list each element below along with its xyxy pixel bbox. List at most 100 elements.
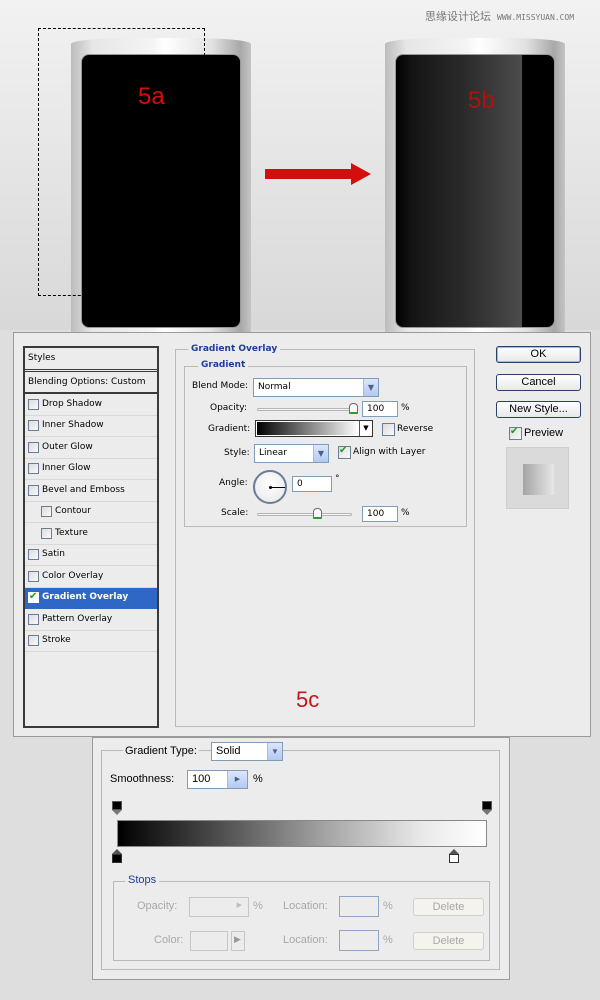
cancel-button[interactable]: Cancel	[496, 374, 581, 391]
gradient-type-label: Gradient Type:	[123, 745, 199, 757]
style-item-stroke[interactable]: Stroke	[25, 631, 157, 652]
stop-color-menu-button[interactable]: ▶	[231, 931, 245, 951]
style-item-color-overlay[interactable]: Color Overlay	[25, 566, 157, 588]
style-item-label: Drop Shadow	[42, 398, 103, 409]
blending-options[interactable]: Blending Options: Custom	[25, 372, 157, 394]
opacity-label: Opacity:	[210, 403, 247, 413]
angle-input[interactable]: 0	[292, 476, 332, 492]
delete-opacity-stop-button[interactable]: Delete	[413, 898, 484, 916]
chevron-down-icon[interactable]: ▼	[267, 743, 282, 760]
color-stop-right[interactable]	[448, 849, 459, 863]
new-style-button[interactable]: New Style...	[496, 401, 581, 418]
checkbox[interactable]	[28, 398, 39, 410]
smoothness-unit: %	[253, 773, 263, 785]
checkbox-checked[interactable]	[28, 590, 39, 604]
style-item-inner-glow[interactable]: Inner Glow	[25, 459, 157, 480]
checkbox[interactable]	[41, 506, 52, 518]
chevron-right-icon[interactable]: ▶	[237, 901, 242, 909]
chevron-down-icon[interactable]: ▼	[313, 445, 328, 462]
style-item-inner-shadow[interactable]: Inner Shadow	[25, 416, 157, 437]
style-item-texture[interactable]: Texture	[25, 523, 157, 545]
panel-title: Gradient Overlay	[188, 344, 281, 354]
watermark-site-name: 思缘设计论坛	[425, 10, 491, 23]
preview-checkbox[interactable]	[509, 425, 522, 440]
reverse-checkbox[interactable]	[382, 423, 395, 436]
chevron-right-icon: ▶	[234, 935, 241, 945]
checkbox[interactable]	[28, 570, 39, 582]
scale-value: 100	[367, 509, 385, 519]
checkbox[interactable]	[28, 635, 39, 647]
stop-color-location-unit: %	[383, 934, 393, 946]
delete-color-stop-button[interactable]: Delete	[413, 932, 484, 950]
style-item-outer-glow[interactable]: Outer Glow	[25, 437, 157, 459]
gradient-preview-bar[interactable]	[117, 820, 487, 847]
stop-opacity-input[interactable]: ▶	[189, 897, 249, 917]
checkbox[interactable]	[28, 463, 39, 475]
style-value: Linear	[259, 448, 287, 458]
style-item-bevel-and-emboss[interactable]: Bevel and Emboss	[25, 480, 157, 502]
stop-color-swatch[interactable]	[190, 931, 228, 951]
gradient-picker[interactable]: ▼	[255, 420, 373, 437]
angle-unit: °	[335, 474, 340, 484]
stop-color-location-input[interactable]	[339, 930, 379, 951]
opacity-slider[interactable]	[257, 408, 357, 411]
opacity-stop-left[interactable]	[112, 801, 122, 815]
stop-opacity-location-label: Location:	[283, 900, 328, 912]
ok-button[interactable]: OK	[496, 346, 581, 363]
style-item-label: Color Overlay	[42, 570, 104, 581]
style-item-satin[interactable]: Satin	[25, 545, 157, 566]
chevron-down-icon[interactable]: ▼	[359, 421, 372, 436]
angle-value: 0	[297, 479, 303, 489]
styles-header-label: Styles	[28, 353, 56, 363]
blend-mode-select[interactable]: Normal ▼	[253, 378, 379, 397]
gradient-type-select[interactable]: Solid ▼	[211, 742, 283, 761]
smoothness-value: 100	[192, 773, 211, 785]
stop-opacity-location-unit: %	[383, 900, 393, 912]
angle-dial[interactable]	[253, 470, 287, 504]
blend-mode-label: Blend Mode:	[192, 381, 249, 391]
gradient-swatch[interactable]	[257, 422, 358, 435]
style-item-label: Inner Shadow	[42, 420, 104, 431]
checkbox[interactable]	[28, 441, 39, 453]
smoothness-label: Smoothness:	[110, 773, 175, 785]
style-item-drop-shadow[interactable]: Drop Shadow	[25, 394, 157, 416]
scale-slider-thumb[interactable]	[313, 508, 322, 519]
angle-center	[269, 486, 272, 489]
gradient-type-value: Solid	[216, 745, 241, 757]
color-stop-left[interactable]	[112, 849, 122, 863]
style-item-label: Pattern Overlay	[42, 613, 113, 624]
blending-options-label: Blending Options: Custom	[28, 376, 146, 387]
style-item-contour[interactable]: Contour	[25, 502, 157, 523]
style-item-label: Bevel and Emboss	[42, 484, 125, 495]
chevron-down-icon[interactable]: ▼	[363, 379, 378, 396]
angle-needle	[270, 487, 285, 488]
checkbox[interactable]	[28, 613, 39, 625]
checkbox[interactable]	[28, 484, 39, 496]
checkbox[interactable]	[28, 420, 39, 432]
opacity-value: 100	[367, 404, 385, 414]
opacity-stop-pointer	[112, 810, 122, 815]
opacity-stop-right[interactable]	[482, 801, 492, 815]
align-with-layer-label: Align with Layer	[353, 447, 426, 457]
style-item-label: Contour	[55, 506, 91, 517]
scale-input[interactable]: 100	[362, 506, 398, 522]
style-item-label: Inner Glow	[42, 463, 91, 474]
smoothness-input[interactable]: 100 ▶	[187, 770, 248, 789]
style-item-gradient-overlay[interactable]: Gradient Overlay	[25, 587, 157, 609]
style-item-pattern-overlay[interactable]: Pattern Overlay	[25, 609, 157, 631]
checkbox[interactable]	[41, 527, 52, 539]
align-with-layer-checkbox[interactable]	[338, 444, 351, 459]
label-5c: 5c	[296, 687, 320, 712]
group-title: Gradient	[198, 360, 249, 370]
styles-header[interactable]: Styles	[25, 348, 157, 372]
preview-thumbnail	[506, 447, 569, 509]
chevron-right-icon[interactable]: ▶	[227, 771, 247, 788]
scale-unit: %	[401, 508, 410, 518]
checkbox[interactable]	[28, 549, 39, 561]
style-select[interactable]: Linear ▼	[254, 444, 329, 463]
cylinder-after: 5b	[385, 38, 565, 338]
opacity-input[interactable]: 100	[362, 401, 398, 417]
scale-slider[interactable]	[257, 513, 352, 516]
stop-opacity-location-input[interactable]	[339, 896, 379, 917]
opacity-slider-thumb[interactable]	[349, 403, 358, 414]
